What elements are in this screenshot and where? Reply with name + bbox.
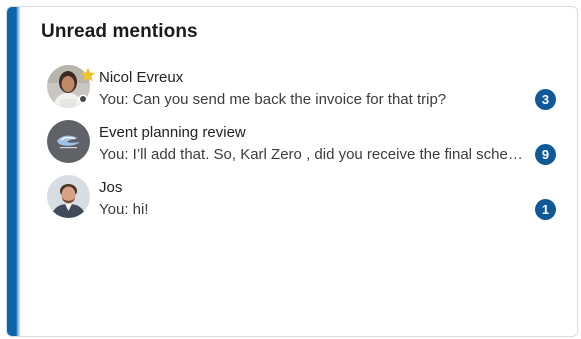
mention-preview: You: hi! xyxy=(99,201,149,218)
mention-item[interactable]: Nicol Evreux You: Can you send me back t… xyxy=(47,65,577,120)
unread-count-badge: 9 xyxy=(535,144,556,165)
favorite-star-icon xyxy=(80,67,96,82)
unread-count-badge: 1 xyxy=(535,199,556,220)
mentions-list: Nicol Evreux You: Can you send me back t… xyxy=(47,65,577,230)
group-avatar xyxy=(47,120,90,163)
mention-item[interactable]: Jos You: hi! 1 xyxy=(47,175,577,230)
mention-name: Jos xyxy=(99,179,123,196)
mention-item[interactable]: Event planning review You: I’ll add that… xyxy=(47,120,577,175)
unread-mentions-card: Unread mentions Nicol Evreux You: Can yo… xyxy=(6,6,578,337)
unread-count-badge: 3 xyxy=(535,89,556,110)
avatar xyxy=(47,175,90,218)
card-title: Unread mentions xyxy=(41,21,198,42)
card-accent-bar xyxy=(7,7,21,336)
mention-name: Nicol Evreux xyxy=(99,69,184,86)
group-icon xyxy=(47,120,90,163)
avatar-container xyxy=(47,120,91,164)
mention-preview: You: I’ll add that. So, Karl Zero , did … xyxy=(99,146,529,163)
presence-offline-icon xyxy=(78,94,88,104)
mention-name: Event planning review xyxy=(99,124,246,141)
mention-preview: You: Can you send me back the invoice fo… xyxy=(99,91,447,108)
avatar-container xyxy=(47,175,91,219)
avatar-container xyxy=(47,65,96,109)
